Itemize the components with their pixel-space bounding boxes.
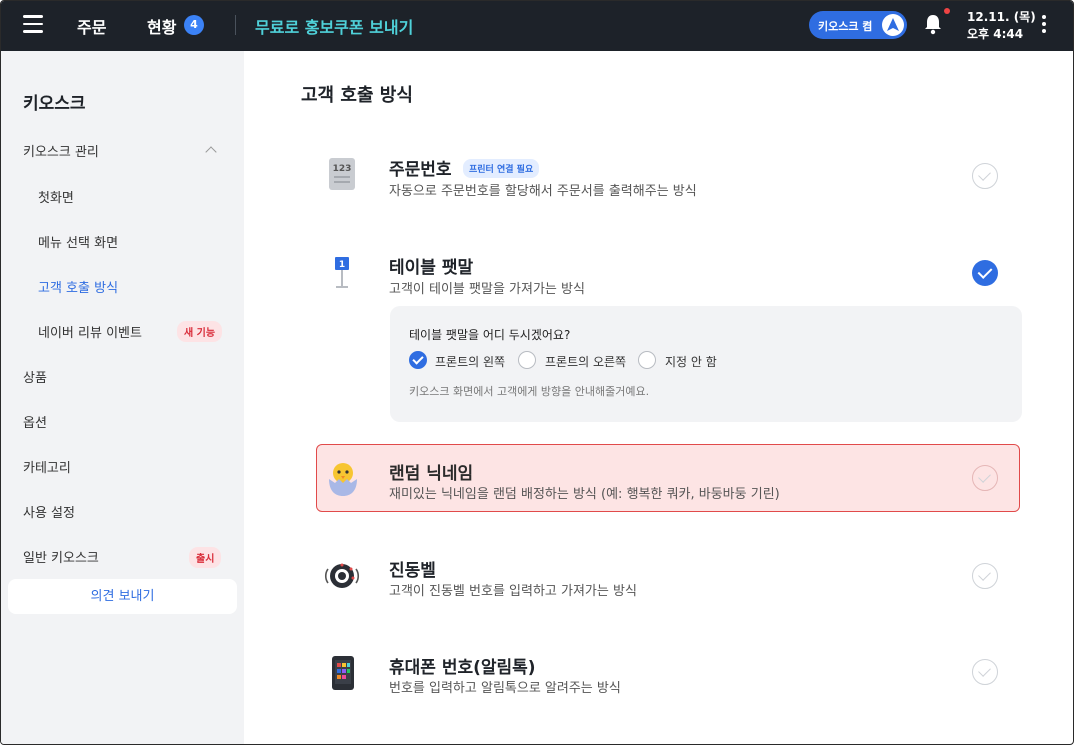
menu-icon[interactable]: [23, 15, 43, 33]
kiosk-logo-icon: [882, 14, 904, 36]
chevron-up-icon[interactable]: [205, 146, 217, 158]
radio-unspecified[interactable]: [638, 351, 656, 369]
table-sign-placement-panel: 테이블 팻말을 어디 두시겠어요? 프론트의 왼쪽 프론트의 오른쪽 지정 안 …: [390, 306, 1022, 422]
option-desc-order-number: 자동으로 주문번호를 할당해서 주문서를 출력해주는 방식: [389, 184, 697, 199]
bell-icon[interactable]: [923, 13, 943, 35]
sidebar-item-category[interactable]: 카테고리: [23, 457, 71, 476]
nav-status[interactable]: 현황: [147, 14, 176, 38]
table-sign-icon: 1: [332, 255, 352, 295]
option-title-table-sign: 테이블 팻말: [389, 258, 474, 278]
feedback-button[interactable]: 의견 보내기: [8, 579, 237, 614]
sidebar-item-naver-review[interactable]: 네이버 리뷰 이벤트: [38, 322, 142, 341]
app-window: 주문 현황 4 무료로 홍보쿠폰 보내기 키오스크 켬 12.11. (목) 오…: [0, 0, 1074, 745]
phone-icon: [331, 655, 355, 695]
option-title-random-nickname: 랜덤 닉네임: [389, 464, 474, 484]
printer-required-badge: 프린터 연결 필요: [463, 159, 540, 178]
sidebar-item-general-kiosk[interactable]: 일반 키오스크: [23, 547, 99, 566]
option-check-vibration-bell[interactable]: [972, 563, 998, 589]
top-header: 주문 현황 4 무료로 홍보쿠폰 보내기 키오스크 켬 12.11. (목) 오…: [1, 1, 1073, 51]
option-desc-phone-number: 번호를 입력하고 알림톡으로 알려주는 방식: [389, 681, 621, 696]
option-check-table-sign[interactable]: [972, 260, 998, 286]
option-check-random-nickname[interactable]: [972, 465, 998, 491]
release-badge: 출시: [189, 547, 222, 568]
more-options-icon[interactable]: [1041, 15, 1047, 35]
sidebar-item-first-screen[interactable]: 첫화면: [38, 187, 74, 206]
option-title-vibration-bell: 진동벨: [389, 561, 436, 581]
radio-front-left[interactable]: [409, 351, 427, 369]
option-desc-random-nickname: 재미있는 닉네임을 랜덤 배정하는 방식 (예: 행복한 쿼카, 바둥바둥 기린…: [389, 487, 780, 502]
radio-front-right[interactable]: [518, 351, 536, 369]
option-check-order-number[interactable]: [972, 163, 998, 189]
order-number-icon: 123: [328, 157, 356, 195]
new-feature-badge: 새 기능: [177, 321, 223, 342]
kiosk-toggle-label: 키오스크 켬: [818, 20, 873, 33]
radio-label-front-right[interactable]: 프론트의 오른쪽: [545, 353, 626, 370]
svg-text:123: 123: [333, 164, 352, 174]
nav-order[interactable]: 주문: [77, 14, 106, 38]
sidebar-item-products[interactable]: 상품: [23, 367, 47, 386]
status-count-badge: 4: [184, 15, 204, 35]
sidebar-item-settings[interactable]: 사용 설정: [23, 502, 75, 521]
radio-label-front-left[interactable]: 프론트의 왼쪽: [435, 353, 505, 370]
sidebar-item-menu-select[interactable]: 메뉴 선택 화면: [38, 232, 118, 251]
kiosk-toggle[interactable]: 키오스크 켬: [809, 11, 907, 39]
promo-coupon-link[interactable]: 무료로 홍보쿠폰 보내기: [255, 14, 413, 38]
option-desc-vibration-bell: 고객이 진동벨 번호를 입력하고 가져가는 방식: [389, 584, 637, 599]
sidebar-title: 키오스크: [23, 94, 86, 114]
sidebar-item-options[interactable]: 옵션: [23, 412, 47, 431]
chick-icon: [327, 461, 359, 501]
sidebar-item-kiosk-manage[interactable]: 키오스크 관리: [23, 141, 99, 160]
sidebar-item-customer-call[interactable]: 고객 호출 방식: [38, 277, 118, 296]
radio-label-unspecified[interactable]: 지정 안 함: [665, 353, 717, 370]
placement-note: 키오스크 화면에서 고객에게 방향을 안내해줄거예요.: [409, 385, 650, 398]
option-title-order-number: 주문번호: [389, 160, 452, 180]
placement-question: 테이블 팻말을 어디 두시겠어요?: [409, 328, 571, 342]
option-title-phone-number: 휴대폰 번호(알림톡): [389, 658, 536, 678]
option-check-phone-number[interactable]: [972, 659, 998, 685]
header-divider: [235, 15, 236, 35]
option-desc-table-sign: 고객이 테이블 팻말을 가져가는 방식: [389, 282, 585, 297]
clock-date: 12.11. (목): [967, 10, 1036, 24]
clock: 12.11. (목) 오후 4:44: [967, 9, 1036, 43]
vibration-bell-icon: [323, 560, 361, 596]
clock-time: 오후 4:44: [967, 27, 1024, 41]
svg-text:1: 1: [339, 260, 345, 270]
notification-dot: [944, 8, 950, 14]
page-title: 고객 호출 방식: [301, 85, 413, 106]
sidebar: 키오스크 키오스크 관리 첫화면 메뉴 선택 화면 고객 호출 방식 네이버 리…: [1, 51, 244, 744]
